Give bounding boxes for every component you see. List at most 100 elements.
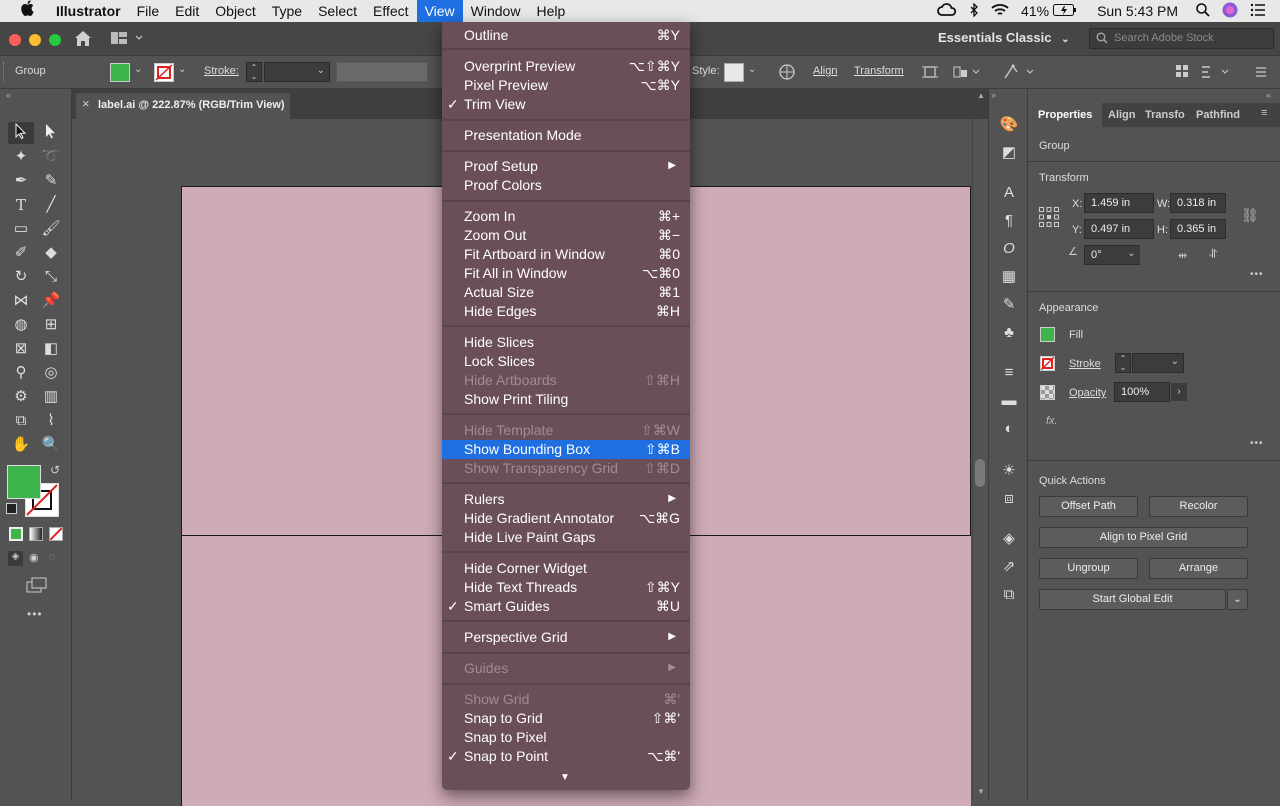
- align-distribute-icon[interactable]: [953, 64, 980, 83]
- gradient-tool-icon[interactable]: ◧: [40, 339, 62, 359]
- slice-tool-icon[interactable]: ⌇: [40, 411, 62, 431]
- creative-cloud-icon[interactable]: [937, 2, 957, 20]
- stroke-appearance-weight-field[interactable]: ⌄: [1132, 353, 1184, 373]
- menu-item-fit-all-in-window[interactable]: Fit All in Window ⌥⌘0: [442, 264, 690, 283]
- curvature-tool-icon[interactable]: ✎: [40, 171, 62, 191]
- variable-width-profile[interactable]: [336, 62, 428, 82]
- battery-icon[interactable]: [1053, 3, 1077, 19]
- color-mode-icon[interactable]: [9, 527, 23, 541]
- menu-item-actual-size[interactable]: Actual Size ⌘1: [442, 283, 690, 302]
- width-field[interactable]: 0.318 in: [1170, 193, 1226, 213]
- window-close-button[interactable]: [9, 34, 21, 46]
- home-icon[interactable]: [74, 30, 92, 50]
- direct-selection-tool-icon[interactable]: [40, 123, 62, 143]
- default-fill-stroke-icon[interactable]: [6, 503, 17, 514]
- opacity-expand-chevron-icon[interactable]: ›: [1171, 383, 1187, 401]
- window-minimize-button[interactable]: [29, 34, 41, 46]
- rotate-angle-dropdown-icon[interactable]: ⌄: [1123, 246, 1140, 264]
- appearance-panel-icon[interactable]: ☀: [998, 461, 1020, 481]
- eyedropper-tool-icon[interactable]: ⚲: [10, 363, 32, 383]
- scale-tool-icon[interactable]: ⤡: [40, 267, 62, 287]
- lasso-tool-icon[interactable]: ➰: [40, 147, 62, 167]
- menu-edit[interactable]: Edit: [167, 0, 207, 22]
- arrange-button[interactable]: Arrange: [1149, 558, 1248, 579]
- menu-item-fit-artboard-in-window[interactable]: Fit Artboard in Window ⌘0: [442, 245, 690, 264]
- opacity-label[interactable]: Opacity: [1069, 387, 1106, 399]
- menu-help[interactable]: Help: [528, 0, 573, 22]
- arrange-documents-icon[interactable]: [111, 31, 145, 48]
- panel-menu-icon[interactable]: ≡: [1261, 107, 1267, 119]
- menu-item-snap-to-point[interactable]: ✓ Snap to Point ⌥⌘': [442, 747, 690, 766]
- app-menu-illustrator[interactable]: Illustrator: [48, 0, 129, 22]
- stroke-appearance-swatch[interactable]: [1040, 356, 1055, 371]
- menu-item-smart-guides[interactable]: ✓ Smart Guides ⌘U: [442, 597, 690, 616]
- menu-item-show-print-tiling[interactable]: Show Print Tiling: [442, 390, 690, 409]
- menu-item-proof-setup[interactable]: Proof Setup ▶: [442, 157, 690, 176]
- stroke-weight-stepper[interactable]: ⌃ ⌄: [246, 62, 262, 82]
- menu-item-overprint-preview[interactable]: Overprint Preview ⌥⇧⌘Y: [442, 57, 690, 76]
- asset-export-icon[interactable]: ⇗: [998, 557, 1020, 577]
- notification-center-icon[interactable]: [1250, 3, 1266, 20]
- scroll-up-icon[interactable]: ▲: [977, 91, 985, 100]
- artboard-tool-icon[interactable]: ⧉: [10, 411, 32, 431]
- tab-align[interactable]: Align: [1108, 109, 1136, 121]
- eraser-tool-icon[interactable]: ◆: [40, 243, 62, 263]
- document-tab[interactable]: × label.ai @ 222.87% (RGB/Trim View): [76, 93, 290, 119]
- style-dropdown-chevron-icon[interactable]: ⌄: [748, 64, 756, 75]
- recolor-artwork-icon[interactable]: [779, 64, 795, 83]
- transparency-icon[interactable]: ◐: [998, 419, 1020, 439]
- pen-tool-icon[interactable]: ✒: [10, 171, 32, 191]
- edit-toolbar-more-icon[interactable]: •••: [27, 607, 43, 621]
- menu-scroll-down-arrow-icon[interactable]: ▼: [560, 772, 570, 783]
- style-swatch[interactable]: [724, 63, 744, 82]
- stroke-panel-icon[interactable]: ≡: [998, 363, 1020, 383]
- rotate-tool-icon[interactable]: ↻: [10, 267, 32, 287]
- transform-more-options-icon[interactable]: •••: [1250, 269, 1264, 280]
- draw-inside-icon[interactable]: ◌: [49, 551, 56, 563]
- isolate-group-icon[interactable]: [921, 64, 939, 83]
- menu-item-hide-corner-widget[interactable]: Hide Corner Widget: [442, 559, 690, 578]
- line-segment-tool-icon[interactable]: ╱: [40, 195, 62, 215]
- mesh-tool-icon[interactable]: ⊠: [10, 339, 32, 359]
- apple-menu-icon[interactable]: [0, 0, 48, 22]
- menu-item-hide-edges[interactable]: Hide Edges ⌘H: [442, 302, 690, 321]
- menu-item-show-bounding-box[interactable]: Show Bounding Box ⇧⌘B: [442, 440, 690, 459]
- stroke-appearance-stepper[interactable]: ⌃ ⌄: [1115, 353, 1131, 373]
- stroke-weight-field[interactable]: ⌄: [264, 62, 330, 82]
- menu-item-proof-colors[interactable]: Proof Colors: [442, 176, 690, 195]
- opentype-icon[interactable]: O: [998, 239, 1020, 259]
- swatches-icon[interactable]: ▦: [998, 267, 1020, 287]
- stock-search-input[interactable]: Search Adobe Stock: [1089, 28, 1274, 49]
- control-bar-grip[interactable]: [3, 62, 7, 82]
- none-mode-icon[interactable]: [49, 527, 63, 541]
- menu-item-lock-slices[interactable]: Lock Slices: [442, 352, 690, 371]
- paragraph-icon[interactable]: ¶: [998, 211, 1020, 231]
- character-icon[interactable]: A: [998, 183, 1020, 203]
- menu-item-outline[interactable]: Outline ⌘Y: [442, 26, 690, 45]
- column-graph-tool-icon[interactable]: ▥: [40, 387, 62, 407]
- menu-effect[interactable]: Effect: [365, 0, 417, 22]
- menu-item-rulers[interactable]: Rulers ▶: [442, 490, 690, 509]
- flip-vertical-icon[interactable]: ⥯: [1209, 247, 1218, 262]
- menu-object[interactable]: Object: [207, 0, 263, 22]
- collapse-tools-icon[interactable]: «: [6, 90, 11, 100]
- fill-appearance-swatch[interactable]: [1040, 327, 1055, 342]
- reference-point-icon[interactable]: [1039, 207, 1059, 230]
- layers-icon[interactable]: ◈: [998, 529, 1020, 549]
- panel-collapse-icon[interactable]: «: [1266, 90, 1271, 100]
- workspace-switcher[interactable]: Essentials Classic ⌄: [938, 30, 1069, 45]
- collapse-strip-icon[interactable]: »: [991, 90, 996, 100]
- perspective-grid-tool-icon[interactable]: ⊞: [40, 315, 62, 335]
- menu-select[interactable]: Select: [310, 0, 365, 22]
- stroke-appearance-label[interactable]: Stroke: [1069, 358, 1101, 370]
- puppet-warp-icon[interactable]: [1003, 64, 1035, 83]
- menu-item-perspective-grid[interactable]: Perspective Grid ▶: [442, 628, 690, 647]
- start-global-edit-button[interactable]: Start Global Edit: [1039, 589, 1226, 610]
- stroke-swatch[interactable]: [154, 63, 174, 82]
- screen-mode-icon[interactable]: [26, 577, 48, 596]
- stroke-dropdown-chevron-icon[interactable]: ⌄: [178, 64, 186, 75]
- brushes-icon[interactable]: ✎: [998, 295, 1020, 315]
- color-guide-icon[interactable]: 🎨: [998, 115, 1020, 135]
- stroke-label[interactable]: Stroke:: [204, 65, 239, 77]
- menu-view[interactable]: View: [416, 0, 463, 22]
